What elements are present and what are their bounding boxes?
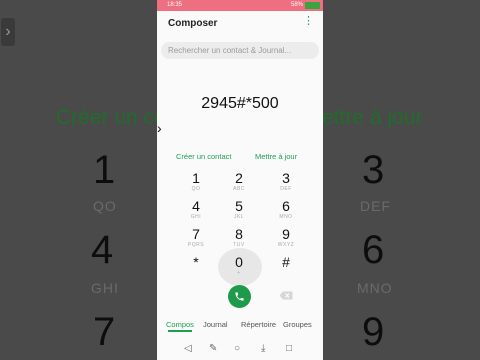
- download-icon[interactable]: ⤓: [261, 343, 265, 354]
- active-tab-indicator: [168, 330, 192, 332]
- back-icon[interactable]: ◁: [184, 343, 192, 354]
- key-6[interactable]: 6 MNO: [266, 198, 306, 220]
- system-nav-bar: ◁ ✎ ○ ⤓ □: [157, 339, 323, 360]
- background-left-panel: [0, 0, 157, 360]
- edit-icon[interactable]: ✎: [209, 343, 217, 354]
- background-create-contact-text: Créer un co: [56, 106, 166, 129]
- backspace-icon[interactable]: [279, 291, 293, 300]
- more-options-icon[interactable]: ⋮: [303, 16, 314, 27]
- key-9[interactable]: 9 WXYZ: [266, 226, 306, 248]
- background-letters: GHI: [91, 280, 119, 296]
- page-arrow-icon: ›: [157, 120, 162, 136]
- key-0[interactable]: 0 +: [219, 254, 259, 276]
- key-hash[interactable]: #: [266, 254, 306, 276]
- call-button[interactable]: [228, 285, 251, 308]
- app-bar: Composer ⋮: [157, 11, 323, 37]
- dialer-screen: 18:35 58% Composer ⋮ Rechercher un conta…: [157, 0, 323, 360]
- key-1[interactable]: 1 QO: [176, 170, 216, 192]
- battery-icon: [305, 2, 320, 9]
- create-contact-link[interactable]: Créer un contact: [176, 152, 231, 161]
- tab-journal[interactable]: Journal: [203, 320, 228, 329]
- status-battery-text: 58%: [290, 2, 303, 8]
- dialed-number-display[interactable]: 2945#*500: [157, 95, 323, 113]
- background-digit: 1: [93, 148, 116, 192]
- background-letters: QO: [93, 198, 117, 214]
- background-digit: 4: [91, 228, 114, 272]
- background-digit: 7: [93, 310, 116, 354]
- phone-icon: [235, 292, 244, 301]
- key-2[interactable]: 2 ABC: [219, 170, 259, 192]
- tab-composer[interactable]: Compos: [166, 320, 194, 329]
- chevron-right-icon: ›: [1, 18, 15, 46]
- background-digit: 9: [362, 310, 385, 354]
- status-time: 18:35: [167, 2, 183, 8]
- key-8[interactable]: 8 TUV: [219, 226, 259, 248]
- background-letters: DEF: [360, 198, 391, 214]
- home-icon[interactable]: ○: [234, 343, 240, 354]
- background-letters: MNO: [357, 280, 393, 296]
- background-digit: 3: [362, 148, 385, 192]
- key-3[interactable]: 3 DEF: [266, 170, 306, 192]
- background-digit: 6: [362, 228, 385, 272]
- key-4[interactable]: 4 GHI: [176, 198, 216, 220]
- tab-repertoire[interactable]: Répertoire: [241, 320, 276, 329]
- key-star[interactable]: *: [176, 254, 216, 276]
- page-title: Composer: [168, 18, 218, 29]
- key-7[interactable]: 7 PQRS: [176, 226, 216, 248]
- search-input[interactable]: Rechercher un contact & Journal...: [161, 42, 319, 59]
- status-bar: 18:35 58%: [157, 0, 323, 11]
- tab-groupes[interactable]: Groupes: [283, 320, 312, 329]
- key-5[interactable]: 5 JKL: [219, 198, 259, 220]
- update-contact-link[interactable]: Mettre à jour: [255, 152, 297, 161]
- background-right-panel: [321, 0, 480, 360]
- background-update-text: ettre à jour: [322, 106, 423, 129]
- recents-icon[interactable]: □: [286, 343, 292, 354]
